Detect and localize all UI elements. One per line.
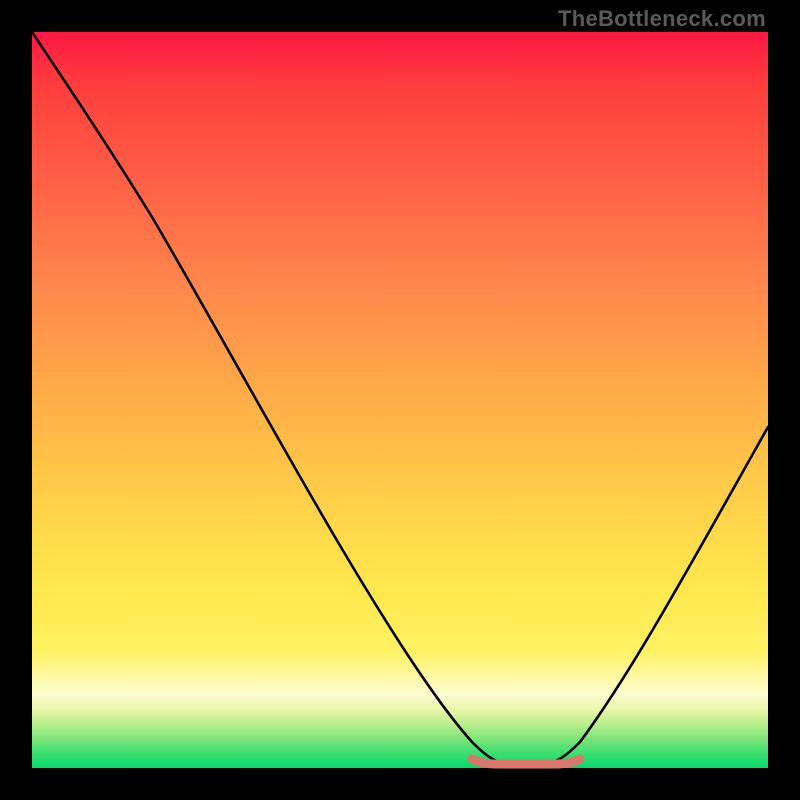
chart-gradient-background (32, 32, 768, 768)
chart-frame: TheBottleneck.com (0, 0, 800, 800)
watermark-text: TheBottleneck.com (558, 6, 766, 32)
